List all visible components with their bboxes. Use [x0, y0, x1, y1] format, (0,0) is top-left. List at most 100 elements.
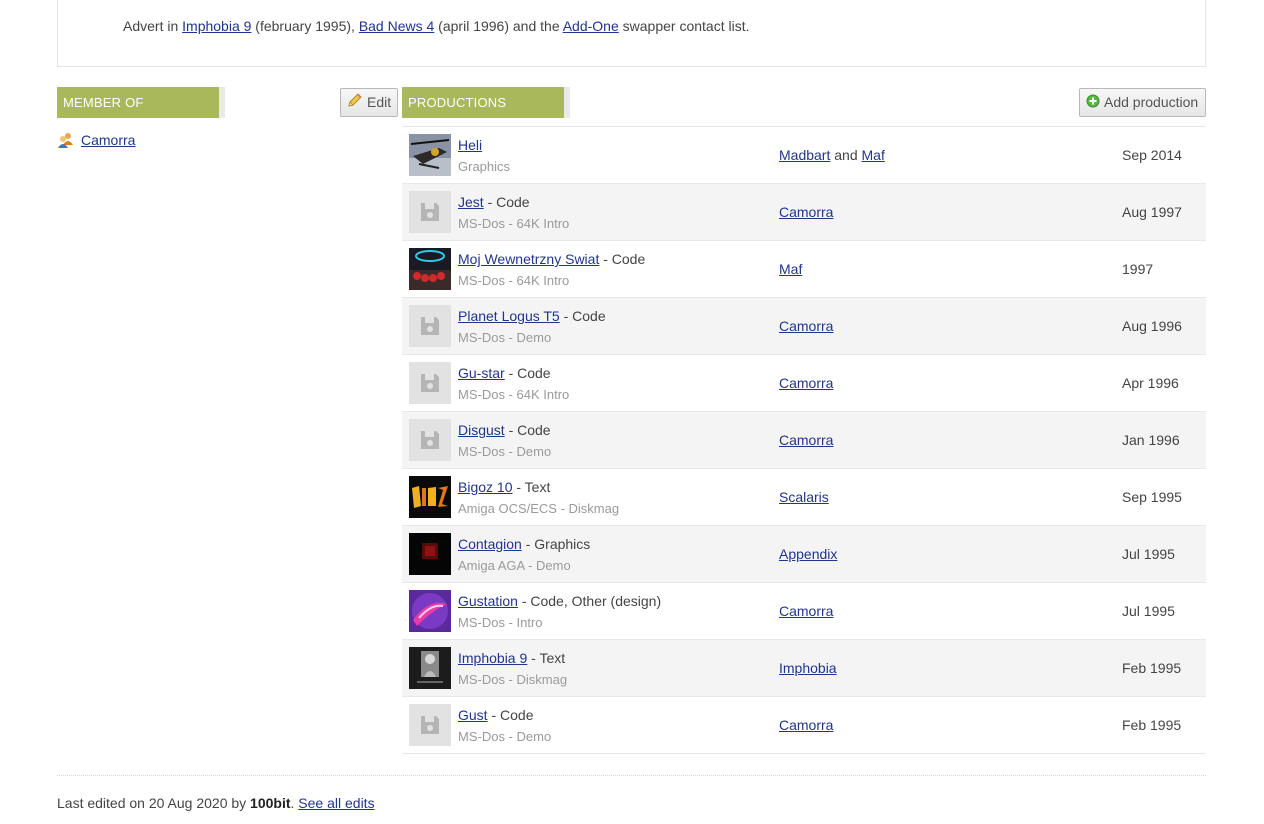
production-title-link[interactable]: Planet Logus T5 — [458, 308, 560, 324]
add-production-button[interactable]: Add production — [1079, 88, 1206, 117]
edit-button[interactable]: Edit — [340, 88, 399, 117]
notes-text-3: swapper contact list. — [618, 18, 750, 34]
productions-table: Heli Graphics Madbart and Maf Sep 2014 J… — [402, 126, 1206, 754]
production-title-line: Gustation - Code, Other (design) — [458, 593, 661, 609]
production-thumbnail[interactable] — [409, 134, 451, 176]
group-link[interactable]: Camorra — [779, 603, 833, 619]
floppy-disk-icon — [421, 203, 439, 221]
production-title-link[interactable]: Moj Wewnetrzny Swiat — [458, 251, 599, 267]
production-platform: Amiga OCS/ECS - Diskmag — [458, 501, 620, 516]
floppy-disk-icon — [421, 317, 439, 335]
production-date: Jan 1996 — [1122, 432, 1180, 448]
bad-news-4-link[interactable]: Bad News 4 — [359, 18, 434, 34]
group-link[interactable]: Maf — [862, 147, 885, 163]
production-platform: MS-Dos - Diskmag — [458, 672, 568, 687]
production-title-link[interactable]: Jest — [458, 194, 484, 210]
floppy-disk-icon — [421, 431, 439, 449]
production-thumbnail[interactable] — [409, 191, 451, 233]
production-thumbnail[interactable] — [409, 590, 451, 632]
floppy-disk-icon — [421, 716, 439, 734]
production-title-link[interactable]: Gu-star — [458, 365, 505, 381]
production-role: - Graphics — [521, 536, 591, 552]
group-link[interactable]: Camorra — [779, 432, 833, 448]
notes-prefix: Advert in — [123, 18, 183, 34]
production-title-link[interactable]: Gust — [458, 707, 488, 723]
production-platform: MS-Dos - 64K Intro — [458, 273, 570, 288]
production-title-line: Contagion - Graphics — [458, 536, 590, 552]
group-link[interactable]: Camorra — [779, 375, 833, 391]
production-title-link[interactable]: Heli — [458, 137, 482, 153]
production-row: Gust - Code MS-Dos - Demo Camorra Feb 19… — [402, 697, 1206, 754]
production-date: Feb 1995 — [1122, 717, 1182, 733]
footer-prefix: Last edited on 20 Aug 2020 by — [57, 795, 251, 811]
production-date: Sep 1995 — [1122, 489, 1182, 505]
group-link[interactable]: Camorra — [779, 204, 833, 220]
production-role: - Text — [527, 650, 566, 666]
production-date: Jul 1995 — [1122, 546, 1175, 562]
group-link[interactable]: Camorra — [779, 318, 833, 334]
notes-text-1: (february 1995), — [251, 18, 359, 34]
imphobia-9-link[interactable]: Imphobia 9 — [182, 18, 251, 34]
production-date: Feb 1995 — [1122, 660, 1182, 676]
group-link[interactable]: Appendix — [779, 546, 837, 562]
production-title-link[interactable]: Bigoz 10 — [458, 479, 512, 495]
production-group: Appendix — [779, 546, 837, 562]
production-title-link[interactable]: Gustation — [458, 593, 518, 609]
editor-username: 100bit — [250, 795, 291, 811]
production-role: - Code — [559, 308, 606, 324]
production-row: Gustation - Code, Other (design) MS-Dos … — [402, 583, 1206, 640]
production-platform: MS-Dos - Intro — [458, 615, 543, 630]
production-thumbnail[interactable] — [409, 362, 451, 404]
production-row: Moj Wewnetrzny Swiat - Code MS-Dos - 64K… — [402, 241, 1206, 298]
group-link[interactable]: Scalaris — [779, 489, 829, 505]
notes-panel: Advert in Imphobia 9 (february 1995), Ba… — [57, 0, 1206, 67]
production-title-line: Gust - Code — [458, 707, 534, 723]
production-title-link[interactable]: Contagion — [458, 536, 522, 552]
production-thumbnail[interactable] — [409, 248, 451, 290]
production-thumbnail[interactable] — [409, 704, 451, 746]
group-link[interactable]: Madbart — [779, 147, 830, 163]
production-title-line: Disgust - Code — [458, 422, 551, 438]
production-group: Madbart and Maf — [779, 147, 885, 163]
group-link[interactable]: Imphobia — [779, 660, 837, 676]
production-title-line: Jest - Code — [458, 194, 530, 210]
production-title-line: Bigoz 10 - Text — [458, 479, 550, 495]
production-title-line: Moj Wewnetrzny Swiat - Code — [458, 251, 645, 267]
group-link[interactable]: Maf — [779, 261, 802, 277]
production-row: Imphobia 9 - Text MS-Dos - Diskmag Impho… — [402, 640, 1206, 697]
production-platform: MS-Dos - Demo — [458, 330, 552, 345]
production-group: Camorra — [779, 603, 833, 619]
see-all-edits-link[interactable]: See all edits — [298, 795, 374, 811]
production-date: Apr 1996 — [1122, 375, 1179, 391]
production-row: Heli Graphics Madbart and Maf Sep 2014 — [402, 127, 1206, 184]
production-role: - Code — [504, 422, 551, 438]
production-role: - Code — [599, 251, 646, 267]
productions-header: PRODUCTIONS — [402, 87, 570, 118]
production-thumbnail[interactable] — [409, 305, 451, 347]
add-circle-icon — [1086, 90, 1100, 117]
production-thumbnail[interactable] — [409, 419, 451, 461]
production-platform: MS-Dos - 64K Intro — [458, 387, 570, 402]
notes-text: Advert in Imphobia 9 (february 1995), Ba… — [123, 18, 750, 34]
production-row: Planet Logus T5 - Code MS-Dos - Demo Cam… — [402, 298, 1206, 355]
group-link[interactable]: Camorra — [779, 717, 833, 733]
production-group: Camorra — [779, 375, 833, 391]
production-thumbnail[interactable] — [409, 476, 451, 518]
production-date: Aug 1996 — [1122, 318, 1182, 334]
footer-divider — [57, 775, 1206, 776]
production-platform: Amiga AGA - Demo — [458, 558, 571, 573]
add-one-link[interactable]: Add-One — [563, 18, 619, 34]
production-row: Gu-star - Code MS-Dos - 64K Intro Camorr… — [402, 355, 1206, 412]
production-title-link[interactable]: Imphobia 9 — [458, 650, 527, 666]
member-item: Camorra — [57, 130, 135, 150]
production-row: Disgust - Code MS-Dos - Demo Camorra Jan… — [402, 412, 1206, 469]
production-date: Aug 1997 — [1122, 204, 1182, 220]
group-joiner: and — [830, 147, 862, 163]
production-thumbnail[interactable] — [409, 647, 451, 689]
production-title-link[interactable]: Disgust — [458, 422, 505, 438]
production-group: Scalaris — [779, 489, 829, 505]
member-link-camorra[interactable]: Camorra — [81, 132, 135, 148]
production-role: - Text — [512, 479, 551, 495]
production-title-line: Heli — [458, 137, 482, 153]
production-thumbnail[interactable] — [409, 533, 451, 575]
